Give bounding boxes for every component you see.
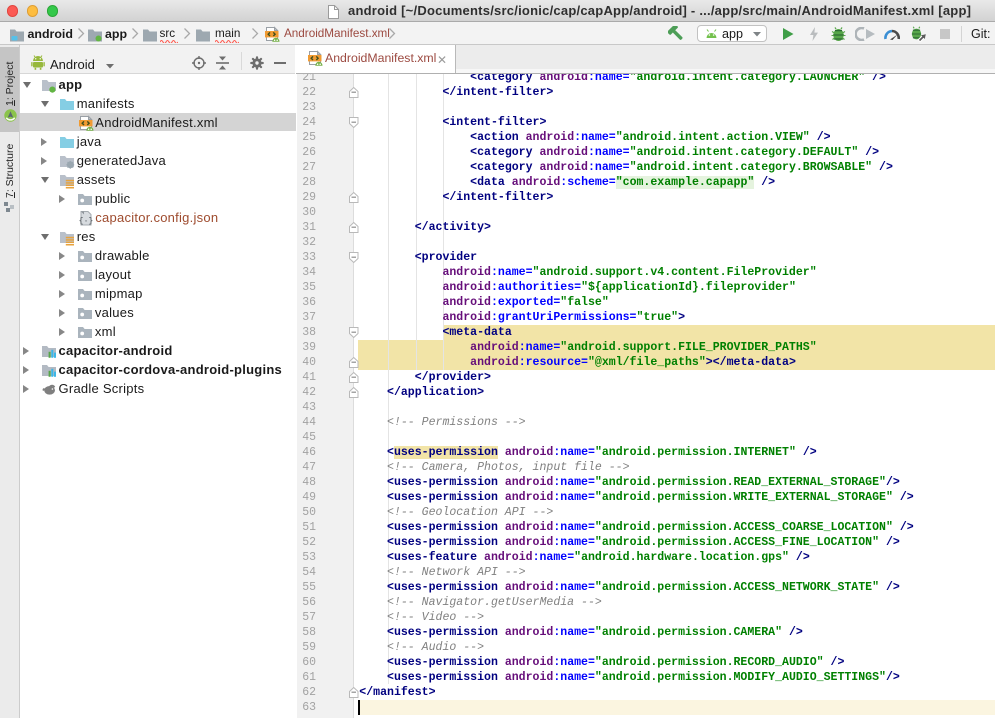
svg-text:{·}: {·}	[79, 217, 94, 226]
